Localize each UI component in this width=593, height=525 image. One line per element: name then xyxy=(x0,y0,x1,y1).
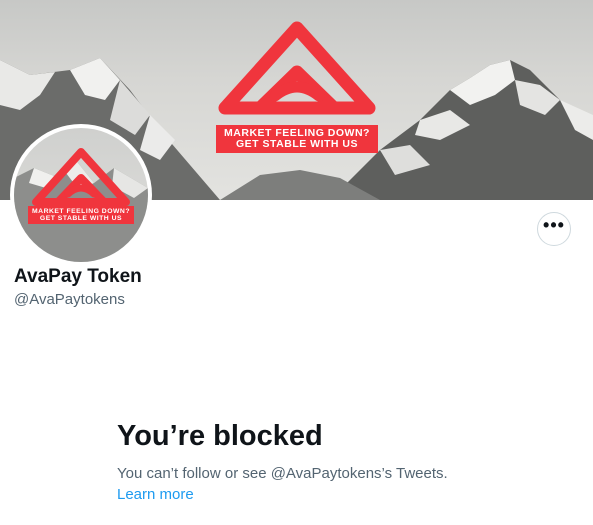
banner-tagline-line-2: GET STABLE WITH US xyxy=(236,138,358,151)
avatar-tagline: MARKET FEELING DOWN? GET STABLE WITH US xyxy=(28,206,134,225)
more-options-button[interactable]: ••• xyxy=(537,212,571,246)
blocked-description: You can’t follow or see @AvaPaytokens’s … xyxy=(117,465,448,482)
more-horizontal-icon: ••• xyxy=(543,215,565,235)
avatar[interactable]: MARKET FEELING DOWN? GET STABLE WITH US xyxy=(10,124,152,266)
user-handle: @AvaPaytokens xyxy=(14,291,125,308)
avatar-tagline-line-2: GET STABLE WITH US xyxy=(39,215,123,223)
display-name: AvaPay Token xyxy=(14,266,142,287)
avatar-tagline-line-1: MARKET FEELING DOWN? xyxy=(32,208,130,215)
avatar-image: MARKET FEELING DOWN? GET STABLE WITH US xyxy=(14,128,148,262)
banner-tagline: MARKET FEELING DOWN? GET STABLE WITH US xyxy=(216,125,378,154)
blocked-title: You’re blocked xyxy=(117,420,323,452)
avapay-logo-icon xyxy=(32,148,130,206)
learn-more-link[interactable]: Learn more xyxy=(117,486,194,503)
